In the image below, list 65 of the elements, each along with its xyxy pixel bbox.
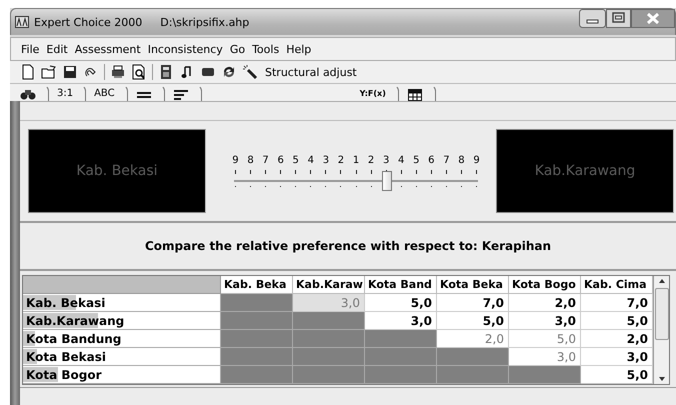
close-button[interactable] [631, 9, 675, 28]
scale-number: 5 [412, 155, 420, 166]
refresh-icon[interactable] [221, 64, 237, 80]
judgment-cell[interactable]: 5,0 [509, 330, 581, 348]
scale-number: 1 [352, 155, 360, 166]
judgment-cell[interactable]: 5,0 [437, 312, 509, 330]
tab[interactable]: Y:F(x) [352, 85, 399, 101]
menu-item[interactable]: Go [230, 42, 246, 56]
menu-item[interactable]: Inconsistency [148, 42, 223, 56]
scale-number: 9 [472, 155, 481, 166]
scale-number: 4 [306, 155, 315, 166]
file-path: D:\skripsifix.ahp [160, 16, 250, 28]
calculator-icon[interactable] [158, 64, 174, 80]
tab[interactable]: ABC [86, 85, 128, 101]
magic-wand-icon[interactable] [242, 64, 258, 80]
open-folder-icon[interactable] [41, 64, 57, 80]
judgment-cell[interactable]: 7,0 [437, 294, 509, 312]
corner-cell[interactable] [23, 276, 221, 294]
scale-number: 9 [231, 155, 240, 166]
scale-number: 3 [322, 155, 330, 166]
structural-adjust-button[interactable]: Structural adjust [265, 66, 357, 78]
slider-thumb[interactable] [382, 171, 392, 191]
scale-number: 8 [457, 155, 466, 166]
column-header[interactable]: Kota Band [365, 276, 437, 294]
menu-item[interactable]: Edit [46, 42, 68, 56]
scale-number: 8 [246, 155, 255, 166]
print-preview-icon[interactable] [131, 64, 147, 80]
new-file-icon[interactable] [20, 64, 36, 80]
scrollbar[interactable] [653, 276, 669, 384]
maximize-button[interactable] [606, 9, 631, 28]
column-header[interactable]: Kota Bogo [509, 276, 581, 294]
minimize-button[interactable] [579, 9, 606, 28]
column-header[interactable]: Kab. Cima [581, 276, 653, 294]
column-header[interactable]: Kab. Beka [221, 276, 293, 294]
tab[interactable]: 3:1 [49, 85, 86, 101]
menu-item[interactable]: Help [286, 42, 312, 56]
app-logo-icon [15, 16, 29, 28]
table-icon[interactable] [406, 86, 423, 100]
menu-item[interactable]: Assessment [74, 42, 141, 56]
judgment-cell[interactable]: 5,0 [365, 294, 437, 312]
judgment-cell[interactable]: 3,0 [509, 312, 581, 330]
preference-slider[interactable] [234, 170, 478, 192]
row-header[interactable]: Kota Bogor [23, 368, 102, 382]
scale-number: 7 [442, 155, 451, 166]
scale-number: 3 [382, 155, 390, 166]
window-title: Expert Choice 2000 [34, 16, 142, 28]
row-header[interactable]: Kota Bekasi [23, 350, 106, 364]
column-header[interactable]: Kab.Karaw [293, 276, 365, 294]
scale-number: 2 [366, 155, 376, 166]
print-icon[interactable] [110, 64, 126, 80]
scale-number: 2 [336, 155, 346, 166]
scale-number: 5 [292, 155, 300, 166]
comparison-prompt: Compare the relative preference with respect to: Kerapihan [20, 223, 676, 271]
scale-number: 6 [427, 155, 436, 166]
column-header[interactable]: Kota Beka [437, 276, 509, 294]
scale-number: 7 [261, 155, 270, 166]
menu-item[interactable]: File [21, 42, 40, 56]
scale-number: 4 [397, 155, 406, 166]
judgment-cell[interactable]: 2,0 [509, 294, 581, 312]
save-icon[interactable] [62, 64, 78, 80]
right-item-label: Kab.Karawang [496, 129, 674, 213]
menu-item[interactable]: Tools [252, 42, 280, 56]
scale-number: 6 [276, 155, 285, 166]
row-header[interactable]: Kota Bandung [23, 332, 122, 346]
left-item-label: Kab. Bekasi [28, 129, 206, 213]
